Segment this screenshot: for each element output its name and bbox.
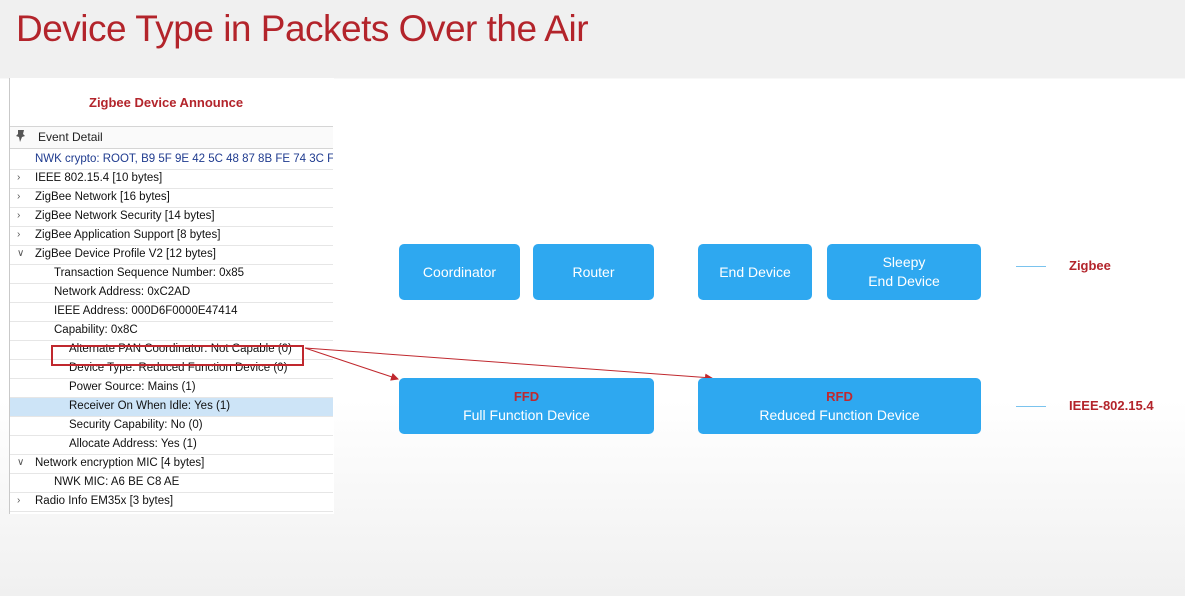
router-node: Router — [533, 244, 654, 300]
rfd-abbr: RFD — [826, 389, 853, 404]
coordinator-node: Coordinator — [399, 244, 520, 300]
zigbee-legend-line — [1016, 266, 1046, 267]
ffd-node: FFD Full Function Device — [399, 378, 654, 434]
end-device-label: End Device — [719, 263, 791, 280]
ieee-legend-line — [1016, 406, 1046, 407]
ffd-name: Full Function Device — [463, 407, 590, 423]
sleepy-label-line1: Sleepy — [882, 254, 926, 270]
router-label: Router — [572, 263, 615, 280]
ffd-abbr: FFD — [513, 389, 540, 404]
coordinator-label: Coordinator — [422, 263, 497, 280]
rfd-node: RFD Reduced Function Device — [698, 378, 981, 434]
sleepy-label-line2: End Device — [868, 273, 940, 289]
end-device-node: End Device — [698, 244, 812, 300]
arrow-to-ffd — [304, 347, 399, 381]
sleepy-end-device-node: Sleepy End Device — [827, 244, 981, 300]
rfd-name: Reduced Function Device — [759, 407, 920, 423]
ieee-legend-label: IEEE-802.15.4 — [1069, 398, 1154, 413]
zigbee-legend-label: Zigbee — [1069, 258, 1111, 273]
arrow-to-rfd — [304, 347, 713, 382]
